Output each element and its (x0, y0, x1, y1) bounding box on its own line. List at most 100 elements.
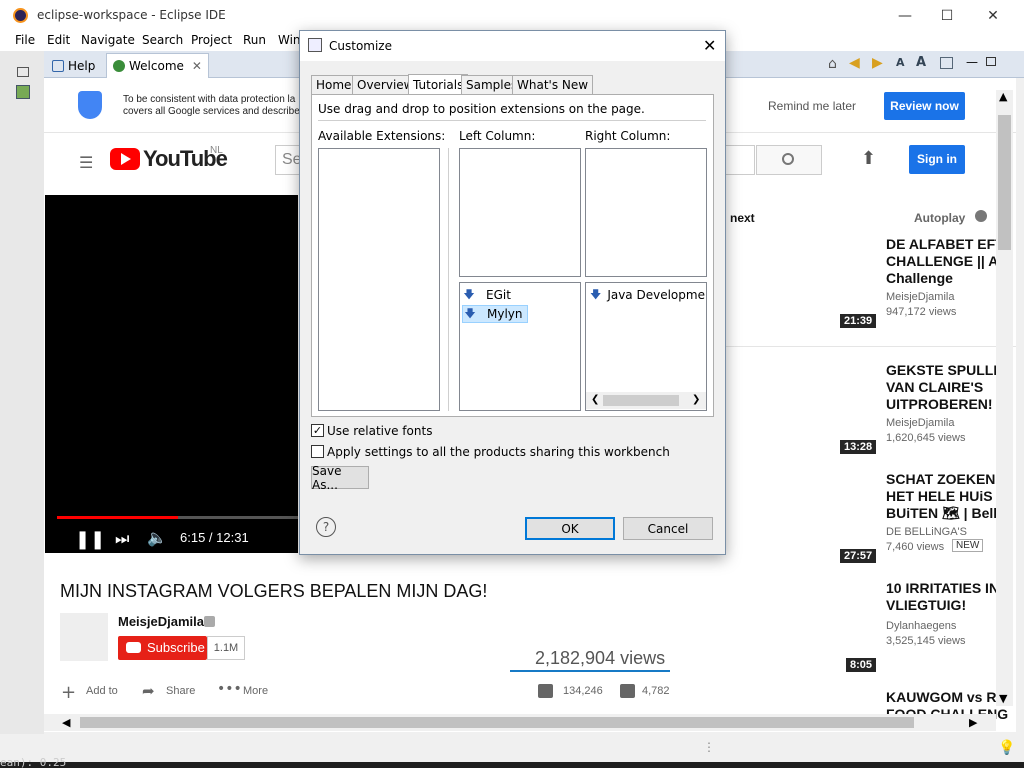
menu-file[interactable]: File (15, 33, 35, 47)
vertical-scrollbar[interactable]: ▲ ▼ (996, 90, 1013, 706)
tab-welcome[interactable]: Welcome ✕ (106, 53, 209, 78)
add-to-icon[interactable]: + (61, 682, 76, 703)
close-window-button[interactable]: ✕ (970, 0, 1016, 31)
tip-icon[interactable]: 💡 (998, 740, 1015, 756)
available-extensions-list[interactable] (318, 148, 440, 411)
back-icon[interactable]: ◀ (849, 55, 860, 71)
review-now-button[interactable]: Review now (884, 92, 965, 120)
left-column-top-list[interactable] (459, 148, 581, 277)
tab-whats-new[interactable]: What's New (512, 75, 594, 94)
sidebar-video-3[interactable]: 27:57 SCHAT ZOEKEN D HET HELE HUiS E BUi… (696, 471, 1016, 581)
right-column-bottom-list[interactable]: 🡇 Java Developmen ❮ ❯ (585, 282, 707, 411)
subscribe-label: Subscribe (147, 640, 205, 655)
save-as-button[interactable]: Save As... (311, 464, 369, 492)
more-icon[interactable]: ••• (217, 681, 242, 697)
menu-project[interactable]: Project (191, 33, 232, 47)
dislike-icon[interactable] (620, 684, 635, 698)
font-larger-icon[interactable]: A (916, 55, 926, 70)
tab-welcome-label: Welcome (129, 59, 184, 73)
right-column-top-list[interactable] (585, 148, 707, 277)
down-arrow-icon: 🡇 (463, 287, 475, 301)
next-icon[interactable]: ⏭ (115, 529, 129, 549)
scroll-thumb[interactable] (998, 115, 1011, 250)
menu-navigate[interactable]: Navigate (81, 33, 135, 47)
subscribe-button[interactable]: Subscribe (118, 636, 207, 660)
progress-bar[interactable] (57, 516, 298, 519)
menu-window[interactable]: Win (278, 33, 301, 47)
scroll-left-icon[interactable]: ❮ (591, 394, 599, 405)
video-duration: 8:05 (846, 658, 877, 672)
h-scroll-thumb[interactable] (603, 395, 679, 406)
ok-button[interactable]: OK (525, 517, 615, 540)
youtube-small-icon (126, 642, 141, 653)
upload-icon[interactable]: ⬆ (861, 148, 876, 169)
youtube-play-triangle (121, 153, 131, 165)
share-button[interactable]: Share (166, 685, 195, 697)
remind-later-link[interactable]: Remind me later (768, 99, 856, 113)
verified-icon (204, 616, 215, 627)
minimize-button[interactable]: — (882, 0, 928, 31)
share-icon[interactable]: ➦ (142, 682, 155, 700)
extension-egit[interactable]: 🡇 EGit (462, 286, 532, 304)
scroll-up-icon[interactable]: ▲ (999, 90, 1007, 103)
sidebar-views: 7,460 views (886, 541, 945, 553)
info-icon[interactable] (975, 210, 987, 222)
font-smaller-icon[interactable]: A (896, 56, 905, 69)
maximize-view-icon[interactable] (986, 57, 996, 66)
search-button[interactable] (756, 145, 822, 175)
tab-home[interactable]: Home (311, 75, 357, 94)
apply-all-checkbox[interactable] (311, 445, 324, 458)
tab-help[interactable]: Help (46, 53, 101, 78)
sidebar-video-1[interactable]: 21:39 DE ALFABET EFTI CHALLENGE || AB Ch… (696, 236, 1016, 346)
volume-icon[interactable]: 🔈 (147, 528, 167, 547)
scroll-left-icon[interactable]: ◀ (62, 716, 70, 729)
tab-tutorials-label: Tutorials (413, 78, 464, 92)
cookie-text-1: To be consistent with data protection la (123, 94, 296, 105)
horizontal-scrollbar[interactable]: ◀ ▶ (44, 714, 996, 731)
sidebar-views: 947,172 views (886, 306, 957, 318)
help-icon[interactable]: ? (316, 517, 336, 537)
like-bar (510, 670, 670, 672)
sidebar-channel: MeisjeDjamila (886, 417, 955, 429)
like-icon[interactable] (538, 684, 553, 698)
extension-mylyn[interactable]: 🡇 Mylyn (462, 305, 528, 323)
pause-icon[interactable]: ❚❚ (75, 529, 105, 550)
dialog-close-icon[interactable]: ✕ (703, 36, 716, 55)
restore-icon[interactable] (17, 67, 29, 77)
more-button[interactable]: More (243, 685, 268, 697)
use-relative-fonts-checkbox[interactable]: ✓ (311, 424, 324, 437)
sidebar-video-4[interactable]: 8:05 10 IRRITATIES IN VLIEGTUIG! Dylanha… (696, 580, 1016, 690)
right-list-h-scrollbar[interactable]: ❮ ❯ (586, 392, 706, 409)
h-scroll-thumb[interactable] (80, 717, 914, 728)
left-column-bottom-list[interactable]: 🡇 EGit 🡇 Mylyn (459, 282, 581, 411)
add-to-button[interactable]: Add to (86, 685, 118, 697)
status-divider: ⋮ (703, 740, 715, 754)
extension-java-development[interactable]: 🡇 Java Developmen (590, 286, 706, 304)
package-explorer-icon[interactable] (16, 85, 30, 99)
dialog-title: Customize (329, 39, 392, 53)
video-duration: 21:39 (840, 314, 877, 328)
menu-run[interactable]: Run (243, 33, 266, 47)
menu-search[interactable]: Search (142, 33, 183, 47)
scroll-right-icon[interactable]: ▶ (969, 716, 977, 729)
scroll-down-icon[interactable]: ▼ (999, 692, 1007, 705)
hamburger-menu-icon[interactable]: ☰ (79, 153, 93, 172)
home-icon[interactable]: ⌂ (828, 56, 837, 72)
video-player[interactable]: ❚❚ ⏭ 🔈 6:15 / 12:31 (45, 195, 298, 553)
cancel-button[interactable]: Cancel (623, 517, 713, 540)
menu-edit[interactable]: Edit (47, 33, 70, 47)
instruction-text: Use drag and drop to position extensions… (318, 102, 645, 116)
left-toolstrip (0, 51, 44, 741)
channel-name[interactable]: MeisjeDjamila (118, 614, 204, 629)
sign-in-button[interactable]: Sign in (909, 145, 965, 174)
tab-tutorials[interactable]: Tutorials (408, 74, 469, 95)
sidebar-video-2[interactable]: 13:28 GEKSTE SPULLET VAN CLAIRE'S UITPRO… (696, 362, 1016, 472)
minimize-view-icon[interactable]: — (966, 55, 978, 69)
scroll-right-icon[interactable]: ❯ (692, 394, 700, 405)
close-tab-icon[interactable]: ✕ (192, 59, 202, 73)
channel-avatar[interactable] (60, 613, 108, 661)
maximize-button[interactable]: ☐ (924, 0, 970, 31)
forward-icon[interactable]: ▶ (872, 55, 883, 71)
tab-overview-label: Overview (357, 78, 414, 92)
customize-icon[interactable] (940, 57, 953, 69)
